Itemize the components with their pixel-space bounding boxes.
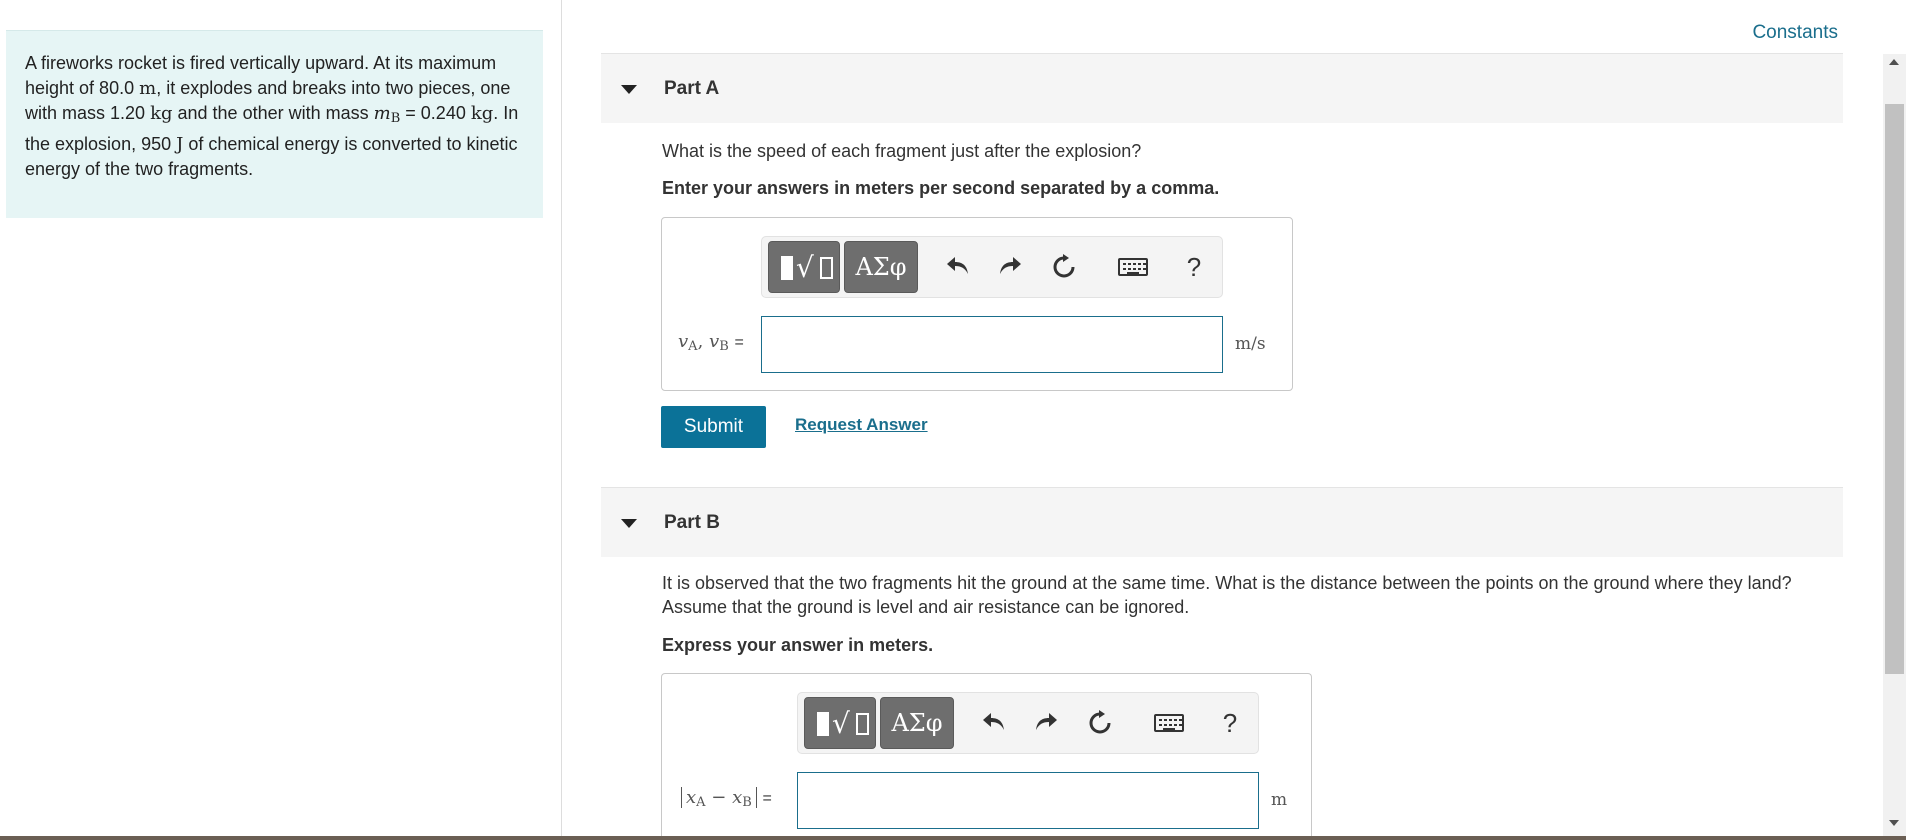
templates-button[interactable]: √ bbox=[768, 241, 840, 293]
unit-kilograms: kg bbox=[150, 103, 173, 124]
greek-symbols-button[interactable]: ΑΣφ bbox=[880, 697, 954, 749]
scroll-down-icon[interactable] bbox=[1889, 820, 1899, 826]
submit-button[interactable]: Submit bbox=[661, 406, 766, 448]
part-a-unit: m/s bbox=[1235, 334, 1266, 354]
help-button[interactable]: ? bbox=[1176, 249, 1212, 285]
mass-variable: mB bbox=[373, 103, 401, 126]
part-b-header[interactable]: Part B bbox=[601, 487, 1843, 557]
part-b-variable-label: xA − xB = bbox=[681, 787, 772, 810]
request-answer-link[interactable]: Request Answer bbox=[795, 415, 928, 435]
part-a-title: Part A bbox=[664, 78, 720, 99]
part-a-instruction: Enter your answers in meters per second … bbox=[662, 178, 1220, 198]
part-a-answer-box: √ ΑΣφ ? vA, vB = m/s bbox=[661, 217, 1293, 391]
caret-down-icon[interactable] bbox=[621, 85, 637, 94]
reset-icon[interactable] bbox=[1082, 705, 1118, 741]
template-block-icon bbox=[781, 256, 793, 280]
part-a-answer-input[interactable] bbox=[761, 316, 1223, 373]
unit-meters: m bbox=[139, 77, 157, 99]
template-box-icon bbox=[820, 257, 833, 279]
part-b-answer-box: √ ΑΣφ ? xA − xB = m bbox=[661, 673, 1312, 840]
part-a-question: What is the speed of each fragment just … bbox=[662, 141, 1142, 161]
math-toolbar: √ ΑΣφ ? bbox=[761, 236, 1223, 298]
unit-kilograms-2: kg bbox=[470, 103, 494, 124]
part-b-question: It is observed that the two fragments hi… bbox=[662, 573, 1792, 617]
panel-divider bbox=[561, 0, 562, 840]
undo-icon[interactable] bbox=[940, 249, 976, 285]
sqrt-icon: √ bbox=[832, 707, 850, 740]
problem-text-3: and the other with mass bbox=[172, 103, 369, 123]
scroll-up-icon[interactable] bbox=[1889, 59, 1899, 65]
keyboard-icon[interactable] bbox=[1154, 714, 1184, 732]
redo-icon[interactable] bbox=[992, 249, 1028, 285]
part-a-header[interactable]: Part A bbox=[601, 53, 1843, 123]
template-block-icon bbox=[817, 712, 829, 736]
problem-text-4: = 0.240 bbox=[400, 103, 466, 123]
bottom-edge-bar bbox=[0, 836, 1906, 840]
sqrt-icon: √ bbox=[796, 251, 814, 284]
reset-icon[interactable] bbox=[1046, 249, 1082, 285]
part-a-variable-label: vA, vB = bbox=[678, 331, 744, 354]
help-button[interactable]: ? bbox=[1212, 705, 1248, 741]
part-b-instruction: Express your answer in meters. bbox=[662, 635, 934, 655]
templates-button[interactable]: √ bbox=[804, 697, 876, 749]
keyboard-icon[interactable] bbox=[1118, 258, 1148, 276]
caret-down-icon[interactable] bbox=[621, 519, 637, 528]
constants-link[interactable]: Constants bbox=[1752, 22, 1838, 44]
part-b-unit: m bbox=[1271, 790, 1288, 810]
greek-symbols-button[interactable]: ΑΣφ bbox=[844, 241, 918, 293]
redo-icon[interactable] bbox=[1028, 705, 1064, 741]
scrollbar-thumb[interactable] bbox=[1885, 104, 1904, 674]
math-toolbar: √ ΑΣφ ? bbox=[797, 692, 1259, 754]
undo-icon[interactable] bbox=[976, 705, 1012, 741]
part-b-answer-input[interactable] bbox=[797, 772, 1259, 829]
part-b-title: Part B bbox=[664, 512, 720, 533]
template-box-icon bbox=[856, 713, 869, 735]
problem-statement: A fireworks rocket is fired vertically u… bbox=[6, 30, 543, 218]
